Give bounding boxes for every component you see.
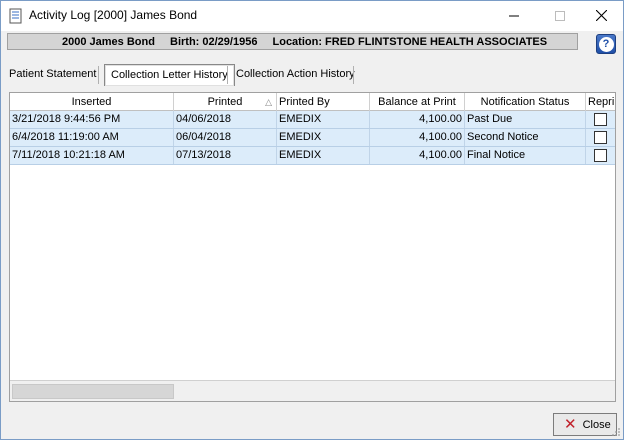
reprint-checkbox[interactable] (594, 113, 607, 126)
column-header-notification-status[interactable]: Notification Status (465, 93, 586, 111)
cell-inserted: 7/11/2018 10:21:18 AM (10, 147, 174, 164)
cell-printed-by: EMEDIX (277, 129, 370, 146)
patient-info-text: 2000 James Bond Birth: 02/29/1956 Locati… (62, 36, 559, 48)
tab-divider (353, 66, 354, 84)
column-header-printed-label: Printed (207, 96, 243, 108)
table-row[interactable]: 7/11/2018 10:21:18 AM 07/13/2018 EMEDIX … (10, 147, 615, 165)
cell-printed-by: EMEDIX (277, 147, 370, 164)
maximize-button[interactable] (537, 1, 583, 30)
column-header-reprint[interactable]: Repri (586, 93, 615, 111)
tab-patient-statement[interactable]: Patient Statement (3, 64, 102, 86)
table-row[interactable]: 3/21/2018 9:44:56 PM 04/06/2018 EMEDIX 4… (10, 111, 615, 129)
cell-inserted: 6/4/2018 11:19:00 AM (10, 129, 174, 146)
table-row[interactable]: 6/4/2018 11:19:00 AM 06/04/2018 EMEDIX 4… (10, 129, 615, 147)
patient-info-bar: 2000 James Bond Birth: 02/29/1956 Locati… (7, 33, 578, 50)
patient-location: Location: FRED FLINTSTONE HEALTH ASSOCIA… (272, 36, 548, 48)
cell-balance: 4,100.00 (370, 111, 465, 128)
window-close-button[interactable] (578, 1, 623, 30)
cell-status: Second Notice (465, 129, 586, 146)
reprint-checkbox[interactable] (594, 149, 607, 162)
horizontal-scrollbar[interactable] (10, 380, 615, 401)
cell-printed-by: EMEDIX (277, 111, 370, 128)
cell-status: Past Due (465, 111, 586, 128)
help-button[interactable]: ? (596, 34, 616, 54)
patient-birth: Birth: 02/29/1956 (170, 36, 258, 48)
app-document-icon (9, 8, 22, 24)
cell-balance: 4,100.00 (370, 129, 465, 146)
cell-inserted: 3/21/2018 9:44:56 PM (10, 111, 174, 128)
column-header-balance[interactable]: Balance at Print (370, 93, 465, 111)
tab-strip: Patient Statement Collection Letter Hist… (1, 62, 623, 86)
window-title: Activity Log [2000] James Bond (29, 8, 198, 22)
tab-collection-action-history[interactable]: Collection Action History (230, 64, 361, 86)
column-header-printed-by[interactable]: Printed By (277, 93, 370, 111)
tab-divider (98, 66, 99, 84)
minimize-icon (509, 15, 519, 16)
close-button-label: Close (582, 418, 611, 431)
help-icon: ? (598, 36, 614, 52)
close-x-icon: ✕ (564, 416, 577, 433)
cell-status: Final Notice (465, 147, 586, 164)
close-button[interactable]: ✕ Close (553, 413, 617, 436)
patient-id-name: 2000 James Bond (62, 36, 155, 48)
sort-ascending-icon: △ (265, 97, 272, 107)
tab-divider (227, 66, 228, 84)
resize-grip-icon[interactable] (611, 427, 621, 437)
column-header-printed[interactable]: Printed △ (174, 93, 277, 111)
cell-printed: 06/04/2018 (174, 129, 277, 146)
cell-printed: 07/13/2018 (174, 147, 277, 164)
title-bar[interactable]: Activity Log [2000] James Bond (1, 1, 623, 31)
activity-log-window: Activity Log [2000] James Bond 2000 Jame… (0, 0, 624, 440)
column-header-inserted[interactable]: Inserted (10, 93, 174, 111)
scrollbar-thumb[interactable] (12, 384, 174, 399)
collection-letter-grid[interactable]: Inserted Printed △ Printed By Balance at… (9, 92, 616, 402)
close-icon (595, 10, 607, 21)
maximize-icon (555, 10, 565, 21)
minimize-button[interactable] (491, 1, 537, 30)
cell-printed: 04/06/2018 (174, 111, 277, 128)
reprint-checkbox[interactable] (594, 131, 607, 144)
tab-collection-letter-history[interactable]: Collection Letter History (104, 64, 235, 86)
grid-header: Inserted Printed △ Printed By Balance at… (10, 93, 615, 111)
cell-balance: 4,100.00 (370, 147, 465, 164)
